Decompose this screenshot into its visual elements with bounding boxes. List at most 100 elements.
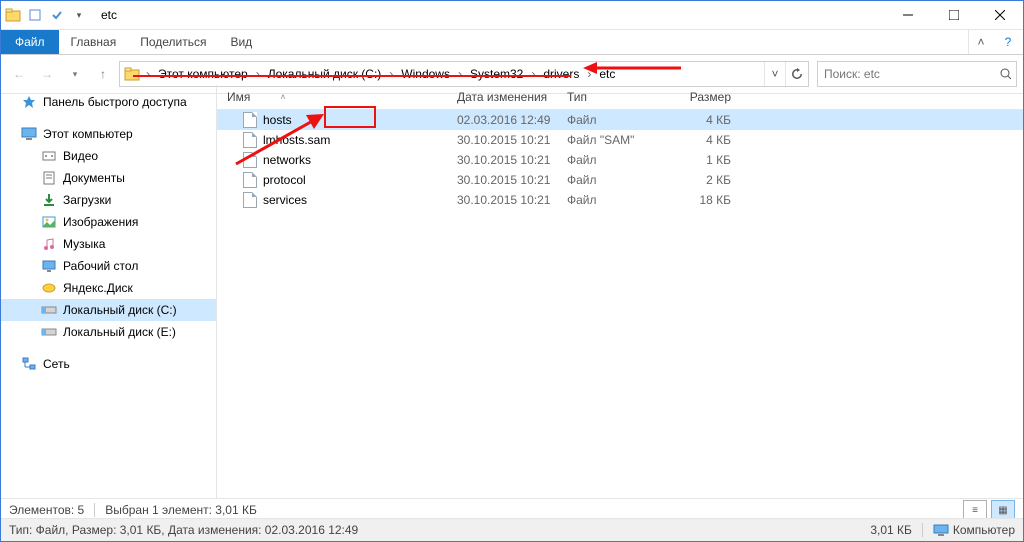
nav-label: Сеть [43, 357, 70, 371]
breadcrumb[interactable]: etc [593, 62, 621, 86]
refresh-button[interactable] [785, 62, 808, 86]
column-header-date[interactable]: Дата изменения [447, 90, 557, 104]
search-input[interactable] [822, 66, 1000, 82]
nav-item[interactable]: Загрузки [1, 189, 216, 211]
nav-up-button[interactable]: ↑ [91, 62, 115, 86]
file-name: hosts [263, 113, 292, 127]
ribbon-collapse-icon[interactable]: ˄ [968, 30, 993, 54]
file-type: Файл [557, 153, 667, 167]
file-size: 4 КБ [667, 113, 747, 127]
qat-properties-icon[interactable] [25, 5, 45, 25]
annotation-box-hosts [324, 106, 376, 128]
column-header-name[interactable]: Имя˄ [217, 90, 447, 104]
file-row[interactable]: lmhosts.sam30.10.2015 10:21Файл "SAM"4 К… [217, 130, 1023, 150]
music-icon [41, 236, 57, 252]
file-size: 2 КБ [667, 173, 747, 187]
qat-dropdown-icon[interactable]: ▾ [69, 5, 89, 25]
search-icon[interactable] [1000, 68, 1012, 80]
maximize-button[interactable] [931, 1, 977, 29]
nav-label: Панель быстрого доступа [43, 95, 187, 109]
view-details-button[interactable]: ≡ [963, 500, 987, 520]
nav-item[interactable]: Локальный диск (C:) [1, 299, 216, 321]
nav-item[interactable]: Изображения [1, 211, 216, 233]
breadcrumb[interactable]: drivers [537, 62, 585, 86]
view-icons-button[interactable]: ▦ [991, 500, 1015, 520]
chevron-right-icon[interactable]: › [456, 67, 464, 81]
ribbon-tab-share[interactable]: Поделиться [128, 30, 218, 54]
sort-asc-icon: ˄ [280, 92, 285, 102]
chevron-right-icon[interactable]: › [585, 67, 593, 81]
nav-label: Изображения [63, 215, 138, 229]
file-date: 30.10.2015 10:21 [447, 193, 557, 207]
file-size: 1 КБ [667, 153, 747, 167]
file-date: 30.10.2015 10:21 [447, 153, 557, 167]
column-header-type[interactable]: Тип [557, 90, 667, 104]
file-list-pane: Имя˄ Дата изменения Тип Размер hosts 02.0… [217, 85, 1023, 499]
file-date: 02.03.2016 12:49 [447, 113, 557, 127]
file-row[interactable]: protocol 30.10.2015 10:21Файл2 КБ [217, 170, 1023, 190]
computer-icon [21, 126, 37, 142]
nav-label: Яндекс.Диск [63, 281, 133, 295]
nav-item[interactable]: Документы [1, 167, 216, 189]
file-name: lmhosts.sam [263, 133, 330, 147]
nav-item[interactable]: Музыка [1, 233, 216, 255]
nav-this-pc[interactable]: Этот компьютер [1, 123, 216, 145]
address-bar[interactable]: › Этот компьютер › Локальный диск (C:) ›… [119, 61, 809, 87]
help-icon[interactable]: ? [993, 30, 1023, 54]
file-row[interactable]: services 30.10.2015 10:21Файл18 КБ [217, 190, 1023, 210]
close-button[interactable] [977, 1, 1023, 29]
network-icon [21, 356, 37, 372]
window-title: etc [93, 8, 117, 22]
download-icon [41, 192, 57, 208]
nav-item[interactable]: Видео [1, 145, 216, 167]
status-location: Компьютер [953, 523, 1015, 537]
nav-label: Локальный диск (C:) [63, 303, 177, 317]
breadcrumb[interactable]: Этот компьютер [152, 62, 254, 86]
breadcrumb[interactable]: Windows [395, 62, 456, 86]
nav-network[interactable]: Сеть [1, 353, 216, 375]
chevron-right-icon[interactable]: › [254, 67, 262, 81]
titlebar: ▾ etc [1, 1, 1023, 30]
nav-forward-button[interactable]: → [35, 62, 59, 86]
file-date: 30.10.2015 10:21 [447, 173, 557, 187]
nav-item[interactable]: Яндекс.Диск [1, 277, 216, 299]
computer-icon [933, 524, 949, 536]
column-header-size[interactable]: Размер [667, 90, 747, 104]
file-row[interactable]: networks30.10.2015 10:21Файл1 КБ [217, 150, 1023, 170]
desktop-icon [41, 258, 57, 274]
file-name: protocol [263, 173, 306, 187]
file-name: services [263, 193, 307, 207]
nav-recent-dropdown[interactable]: ▾ [63, 62, 87, 86]
ribbon-tab-home[interactable]: Главная [59, 30, 129, 54]
nav-back-button[interactable]: ← [7, 62, 31, 86]
nav-item[interactable]: Рабочий стол [1, 255, 216, 277]
search-box[interactable] [817, 61, 1017, 87]
file-size: 18 КБ [667, 193, 747, 207]
chevron-right-icon[interactable]: › [529, 67, 537, 81]
nav-label: Видео [63, 149, 98, 163]
annotation-underline [133, 75, 571, 77]
navigation-pane: Панель быстрого доступа Этот компьютер В… [1, 85, 217, 499]
ribbon-tab-view[interactable]: Вид [218, 30, 264, 54]
qat-checkmark-icon[interactable] [47, 5, 67, 25]
status-size: 3,01 КБ [870, 523, 912, 537]
nav-item[interactable]: Локальный диск (E:) [1, 321, 216, 343]
nav-label: Музыка [63, 237, 105, 251]
drive-icon [41, 324, 57, 340]
chevron-right-icon[interactable]: › [387, 67, 395, 81]
file-type: Файл [557, 193, 667, 207]
chevron-right-icon[interactable]: › [144, 67, 152, 81]
nav-label: Локальный диск (E:) [63, 325, 176, 339]
drive-icon [41, 302, 57, 318]
file-type: Файл [557, 173, 667, 187]
video-icon [41, 148, 57, 164]
yadisk-icon [41, 280, 57, 296]
minimize-button[interactable] [885, 1, 931, 29]
nav-quick-access[interactable]: Панель быстрого доступа [1, 91, 216, 113]
address-dropdown-icon[interactable]: ˅ [764, 62, 785, 86]
ribbon-tab-file[interactable]: Файл [1, 30, 59, 54]
status-item-count: Элементов: 5 [9, 503, 84, 517]
breadcrumb[interactable]: Локальный диск (C:) [262, 62, 388, 86]
nav-label: Документы [63, 171, 125, 185]
breadcrumb[interactable]: System32 [464, 62, 529, 86]
